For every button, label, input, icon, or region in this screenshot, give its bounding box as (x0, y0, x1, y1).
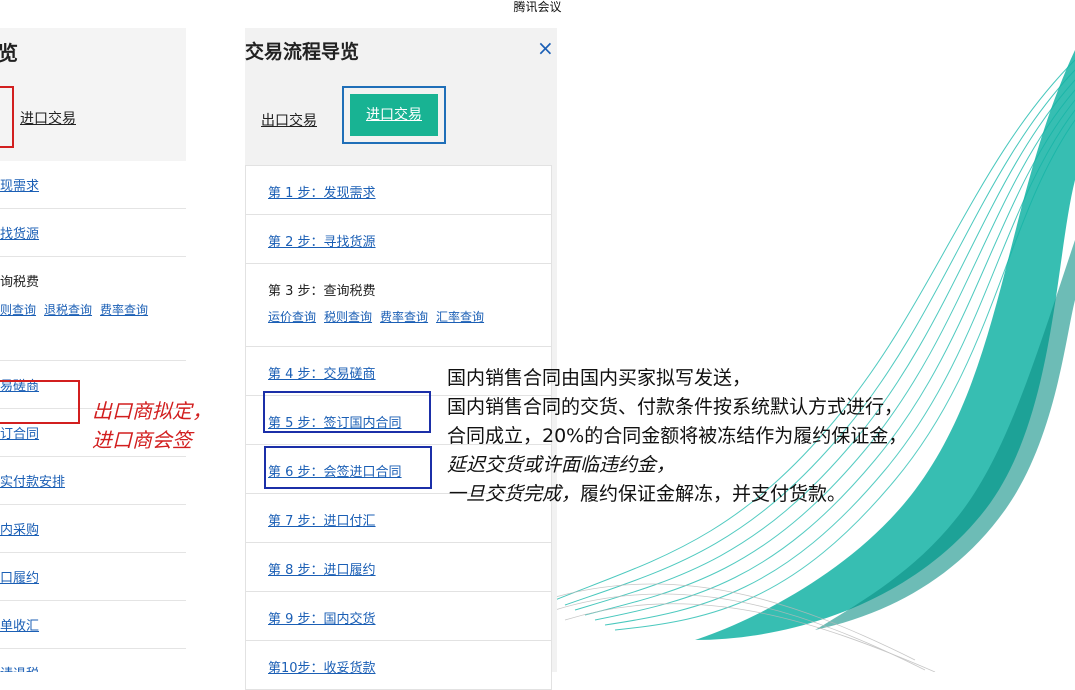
trade-flow-panel: 交易流程导览 × 出口交易 进口交易 第 1 步：发现需求 第 2 步：寻找货源… (245, 28, 557, 690)
red-annotation: 出口商拟定， 进口商会签 (92, 399, 212, 452)
sub-link[interactable]: 退税查询 (44, 303, 92, 317)
left-panel-cropped: 览 进口交易 现需求 找货源 询税费 则查询 退税查询 费率查询 易磋商 订合同 实… (0, 28, 186, 672)
panel-title: 交易流程导览 (245, 41, 360, 63)
sub-link[interactable]: 费率查询 (100, 303, 148, 317)
sub-links: 运价查询 税则查询 费率查询 汇率查询 (268, 308, 492, 325)
sub-link[interactable]: 运价查询 (268, 310, 316, 324)
left-panel-title: 览 (0, 41, 18, 65)
list-item[interactable]: 实付款安排 (0, 457, 186, 505)
step-item[interactable]: 第 9 步：国内交货 (245, 592, 552, 641)
blue-highlight-box (264, 446, 432, 489)
red-highlight-box (0, 380, 80, 424)
close-icon[interactable]: × (537, 36, 554, 60)
list-item[interactable]: 内采购 (0, 505, 186, 553)
list-item[interactable]: 单收汇 (0, 601, 186, 649)
step-item[interactable]: 第 1 步：发现需求 (245, 165, 552, 215)
sub-link[interactable]: 税则查询 (324, 310, 372, 324)
step-item[interactable]: 第 8 步：进口履约 (245, 543, 552, 592)
step-item[interactable]: 第 2 步：寻找货源 (245, 215, 552, 264)
list-item[interactable]: 找货源 (0, 209, 186, 257)
annotation-text: 国内销售合同由国内买家拟写发送， 国内销售合同的交货、付款条件按系统默认方式进行… (447, 367, 908, 505)
sub-links: 则查询 退税查询 费率查询 (0, 301, 156, 318)
sub-link[interactable]: 费率查询 (380, 310, 428, 324)
list-item[interactable]: 请退税 (0, 649, 186, 672)
list-item[interactable]: 现需求 (0, 161, 186, 209)
decorative-wave-graphic (544, 50, 1075, 672)
list-item[interactable]: 口履约 (0, 553, 186, 601)
app-title: 腾讯会议 (513, 0, 562, 14)
blue-highlight-box (263, 391, 431, 433)
step-item[interactable]: 第10步：收妥货款 (245, 641, 552, 690)
sub-link[interactable]: 则查询 (0, 303, 36, 317)
red-highlight-box (0, 86, 14, 148)
callout-tail: 履约保证金解冻，并支付货款。 (580, 483, 847, 505)
list-item: 询税费 则查询 退税查询 费率查询 (0, 257, 186, 361)
tab-export[interactable]: 出口交易 (261, 110, 317, 130)
tab-import[interactable]: 进口交易 (350, 94, 438, 136)
step-item: 第 3 步：查询税费 运价查询 税则查询 费率查询 汇率查询 (245, 264, 552, 347)
sub-link[interactable]: 汇率查询 (436, 310, 484, 324)
left-tab-import[interactable]: 进口交易 (20, 108, 76, 128)
